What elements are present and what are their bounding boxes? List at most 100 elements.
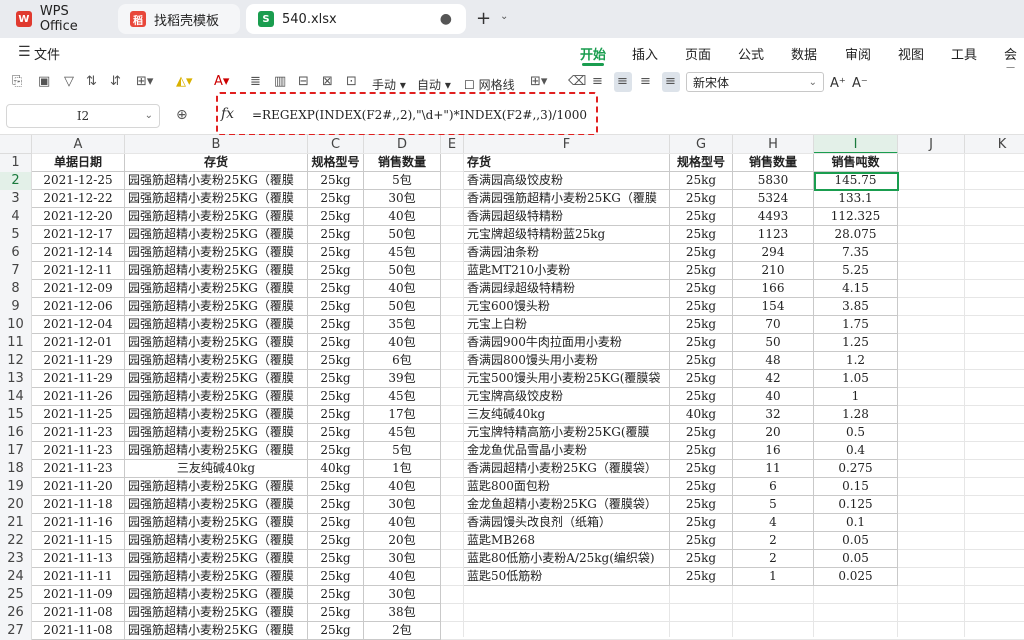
unsaved-dot-icon[interactable]: ● [440,11,452,27]
cell[interactable]: 40kg [308,460,364,478]
row-header-11[interactable]: 11 [0,334,32,352]
cell[interactable]: 0.125 [814,496,898,514]
row-header-23[interactable]: 23 [0,550,32,568]
cell[interactable]: 园强筋超精小麦粉25KG（覆膜 [125,568,308,586]
cell[interactable]: 25kg [670,442,733,460]
cell[interactable]: 0.275 [814,460,898,478]
cell[interactable]: 1.05 [814,370,898,388]
cell[interactable]: 1123 [733,226,814,244]
row-header-24[interactable]: 24 [0,568,32,586]
cell[interactable]: 香满园馒头改良剂（纸箱） [464,514,670,532]
cell[interactable]: 25kg [308,622,364,640]
cell[interactable]: 2021-11-23 [32,442,125,460]
row-header-27[interactable]: 27 [0,622,32,640]
cell[interactable]: 25kg [308,316,364,334]
cell[interactable]: 香满园高级饺皮粉 [464,172,670,190]
calc-auto-button[interactable]: 自动 ▾ [417,76,451,93]
cell[interactable]: 2021-11-23 [32,460,125,478]
new-tab-button[interactable]: + [476,8,491,29]
cell[interactable]: 40包 [364,208,441,226]
table-header[interactable]: 销售数量 [364,154,441,172]
cell[interactable]: 154 [733,298,814,316]
conditional-format-icon[interactable]: ⊞▾ [530,74,547,89]
cell[interactable]: 金龙鱼超精小麦粉25KG（覆膜袋） [464,496,670,514]
cell[interactable]: 50 [733,334,814,352]
cell[interactable]: 25kg [308,298,364,316]
cell[interactable]: 48 [733,352,814,370]
cell[interactable]: 1.25 [814,334,898,352]
cell[interactable]: 166 [733,280,814,298]
cell[interactable]: 28.075 [814,226,898,244]
cell[interactable]: 蓝匙80低筋小麦粉A/25kg(编织袋) [464,550,670,568]
hamburger-menu-icon[interactable]: ☰ [18,44,31,60]
cell[interactable]: 16 [733,442,814,460]
cell[interactable]: 25kg [670,568,733,586]
tab-home[interactable]: 开始 [580,44,606,63]
cell[interactable]: 园强筋超精小麦粉25KG（覆膜 [125,352,308,370]
cell[interactable]: 元宝牌超级特精粉蓝25kg [464,226,670,244]
cell[interactable]: 40包 [364,514,441,532]
tab-data[interactable]: 数据 [791,44,817,63]
cell[interactable]: 4.15 [814,280,898,298]
format-painter-icon[interactable]: ⎘ [12,74,22,89]
cell[interactable]: 2021-11-15 [32,532,125,550]
row-header-6[interactable]: 6 [0,244,32,262]
cell[interactable]: 2021-11-16 [32,514,125,532]
cell[interactable]: 元宝上白粉 [464,316,670,334]
row-header-20[interactable]: 20 [0,496,32,514]
cell[interactable]: 25kg [308,370,364,388]
paste-icon[interactable]: ▣ [38,74,50,89]
column-header-h[interactable]: H [733,135,814,154]
cell[interactable]: 3.85 [814,298,898,316]
row-header-10[interactable]: 10 [0,316,32,334]
cell[interactable]: 5包 [364,172,441,190]
cell[interactable]: 25kg [308,550,364,568]
cell[interactable]: 40包 [364,334,441,352]
cell[interactable]: 50包 [364,262,441,280]
cell[interactable]: 香满园强筋超精小麦粉25KG（覆膜 [464,190,670,208]
cell[interactable]: 25kg [308,388,364,406]
cell[interactable]: 25kg [308,262,364,280]
row-header-7[interactable]: 7 [0,262,32,280]
fill-color-icon[interactable]: ◭▾ [176,74,193,89]
tab-templates[interactable]: 稻 找稻壳模板 [118,4,240,34]
align-left-icon[interactable]: ≡ [592,74,603,89]
cell[interactable]: 园强筋超精小麦粉25KG（覆膜 [125,514,308,532]
cell[interactable]: 2021-12-20 [32,208,125,226]
row-header-14[interactable]: 14 [0,388,32,406]
cell[interactable]: 20 [733,424,814,442]
cell[interactable]: 1.75 [814,316,898,334]
table-header[interactable]: 规格型号 [308,154,364,172]
cell[interactable]: 5 [733,496,814,514]
table-header[interactable]: 销售吨数 [814,154,898,172]
cell[interactable]: 25kg [670,334,733,352]
cell[interactable]: 0.4 [814,442,898,460]
merge-icon[interactable]: ⊟ [298,74,309,89]
cell[interactable]: 25kg [308,208,364,226]
cell[interactable]: 2021-12-22 [32,190,125,208]
row-header-2[interactable]: 2 [0,172,32,190]
cell[interactable]: 5830 [733,172,814,190]
table-header[interactable]: 存货 [464,154,670,172]
cell[interactable]: 园强筋超精小麦粉25KG（覆膜 [125,442,308,460]
cell[interactable]: 25kg [670,226,733,244]
cell[interactable]: 45包 [364,424,441,442]
column-header-d[interactable]: D [364,135,441,154]
cell[interactable]: 2021-11-13 [32,550,125,568]
cell[interactable]: 25kg [308,424,364,442]
cell[interactable]: 园强筋超精小麦粉25KG（覆膜 [125,622,308,640]
cell[interactable]: 11 [733,460,814,478]
cell[interactable]: 2 [733,532,814,550]
font-family-select[interactable]: 新宋体 ⌄ [686,72,824,92]
sort-desc-icon[interactable]: ⇵ [110,74,121,89]
row-header-19[interactable]: 19 [0,478,32,496]
cell[interactable]: 2021-12-14 [32,244,125,262]
cell[interactable]: 2 [733,550,814,568]
cell[interactable]: 40kg [670,406,733,424]
column-header-g[interactable]: G [670,135,733,154]
cell[interactable]: 25kg [670,316,733,334]
cell[interactable]: 70 [733,316,814,334]
cell[interactable]: 香满园超级特精粉 [464,208,670,226]
cell[interactable]: 40 [733,388,814,406]
cell[interactable]: 25kg [670,424,733,442]
